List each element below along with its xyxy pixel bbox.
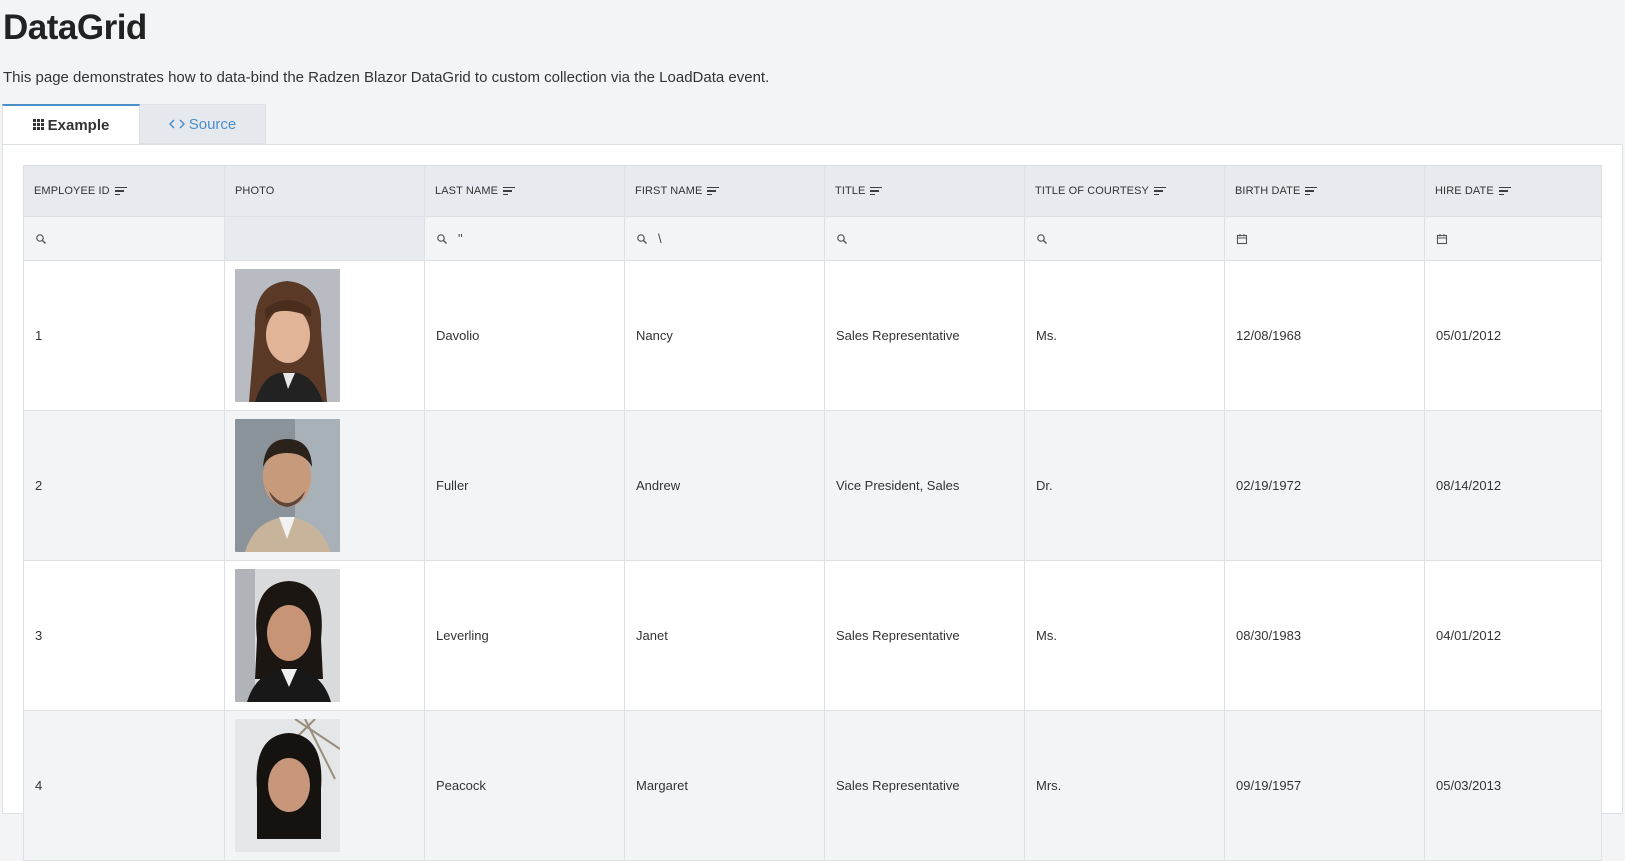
sort-icon[interactable] — [1498, 186, 1511, 196]
filter-first-name[interactable]: \ — [624, 216, 825, 261]
column-header-last-name[interactable]: Last Name — [424, 165, 625, 217]
filter-photo — [224, 216, 425, 261]
cell-photo — [224, 410, 425, 561]
sort-icon[interactable] — [1305, 186, 1318, 196]
calendar-icon[interactable] — [1236, 233, 1248, 245]
filter-title[interactable] — [824, 216, 1025, 261]
filter-birth-date[interactable] — [1224, 216, 1425, 261]
filter-title-of-courtesy[interactable] — [1024, 216, 1225, 261]
code-icon — [168, 116, 185, 133]
page-description: This page demonstrates how to data-bind … — [3, 69, 770, 86]
cell-title: Sales Representative — [824, 710, 1025, 861]
tab-source[interactable]: Source — [140, 104, 266, 144]
sort-icon[interactable] — [114, 186, 127, 196]
cell-hire-date: 05/01/2012 — [1424, 260, 1602, 411]
column-header-title-of-courtesy[interactable]: Title of Courtesy — [1024, 165, 1225, 217]
column-header-first-name[interactable]: First Name — [624, 165, 825, 217]
column-label: Photo — [235, 185, 275, 197]
search-icon — [1037, 233, 1047, 244]
filter-hire-date[interactable] — [1424, 216, 1602, 261]
cell-birth-date: 12/08/1968 — [1224, 260, 1425, 411]
tab-example[interactable]: Example — [2, 104, 140, 145]
cell-first-name: Nancy — [624, 260, 825, 411]
cell-birth-date: 08/30/1983 — [1224, 560, 1425, 711]
column-header-photo: Photo — [224, 165, 425, 217]
filter-last-name[interactable]: " — [424, 216, 625, 261]
cell-photo — [224, 710, 425, 861]
filter-input[interactable]: \ — [658, 231, 662, 246]
table-row[interactable]: 2 Fuller Andrew Vice President, Sales Dr… — [23, 410, 1602, 561]
grid-icon — [32, 117, 44, 134]
cell-first-name: Andrew — [624, 410, 825, 561]
cell-birth-date: 02/19/1972 — [1224, 410, 1425, 561]
employee-photo — [235, 569, 340, 702]
search-icon — [36, 233, 46, 244]
employee-photo — [235, 719, 340, 852]
table-row[interactable]: 1 Davolio Nancy Sales Representative Ms.… — [23, 260, 1602, 411]
column-label: Last Name — [435, 185, 499, 197]
cell-title: Sales Representative — [824, 260, 1025, 411]
table-row[interactable]: 4 Peacock Margaret Sales Representative … — [23, 710, 1602, 861]
column-label: Hire Date — [1435, 185, 1494, 197]
sort-icon[interactable] — [707, 186, 720, 196]
cell-last-name: Leverling — [424, 560, 625, 711]
sort-icon[interactable] — [503, 186, 516, 196]
filter-row: " \ — [23, 216, 1602, 261]
search-icon — [437, 233, 447, 244]
cell-title-of-courtesy: Dr. — [1024, 410, 1225, 561]
column-label: First Name — [635, 185, 703, 197]
tab-source-label: Source — [188, 115, 237, 133]
search-icon — [637, 233, 647, 244]
cell-hire-date: 05/03/2013 — [1424, 710, 1602, 861]
cell-employee-id: 1 — [23, 260, 225, 411]
sort-icon[interactable] — [1153, 186, 1166, 196]
column-header-birth-date[interactable]: Birth Date — [1224, 165, 1425, 217]
filter-input[interactable]: " — [458, 231, 463, 246]
cell-birth-date: 09/19/1957 — [1224, 710, 1425, 861]
column-label: Title — [835, 185, 866, 197]
column-label: Title of Courtesy — [1035, 185, 1149, 197]
cell-title: Sales Representative — [824, 560, 1025, 711]
cell-hire-date: 04/01/2012 — [1424, 560, 1602, 711]
column-header-title[interactable]: Title — [824, 165, 1025, 217]
cell-title-of-courtesy: Ms. — [1024, 260, 1225, 411]
cell-title-of-courtesy: Ms. — [1024, 560, 1225, 711]
cell-photo — [224, 260, 425, 411]
cell-title-of-courtesy: Mrs. — [1024, 710, 1225, 861]
column-header-employee-id[interactable]: Employee ID — [23, 165, 225, 217]
cell-hire-date: 08/14/2012 — [1424, 410, 1602, 561]
cell-employee-id: 2 — [23, 410, 225, 561]
sort-icon[interactable] — [870, 186, 883, 196]
column-header-hire-date[interactable]: Hire Date — [1424, 165, 1602, 217]
filter-employee-id[interactable] — [23, 216, 225, 261]
employee-photo — [235, 419, 340, 552]
cell-first-name: Janet — [624, 560, 825, 711]
header-row: Employee ID Photo Last Name First Name T… — [23, 165, 1602, 217]
cell-photo — [224, 560, 425, 711]
cell-last-name: Davolio — [424, 260, 625, 411]
column-label: Employee ID — [34, 185, 110, 197]
cell-employee-id: 3 — [23, 560, 225, 711]
column-label: Birth Date — [1235, 185, 1301, 197]
cell-employee-id: 4 — [23, 710, 225, 861]
cell-title: Vice President, Sales — [824, 410, 1025, 561]
calendar-icon[interactable] — [1436, 233, 1448, 245]
search-icon — [837, 233, 847, 244]
employee-photo — [235, 269, 340, 402]
employees-datagrid: Employee ID Photo Last Name First Name T… — [23, 165, 1602, 861]
tab-bar: Example Source — [2, 104, 266, 145]
tab-example-label: Example — [47, 116, 110, 134]
cell-last-name: Fuller — [424, 410, 625, 561]
cell-last-name: Peacock — [424, 710, 625, 861]
cell-first-name: Margaret — [624, 710, 825, 861]
page-title: DataGrid — [3, 8, 147, 47]
table-row[interactable]: 3 Leverling Janet Sales Representative M… — [23, 560, 1602, 711]
